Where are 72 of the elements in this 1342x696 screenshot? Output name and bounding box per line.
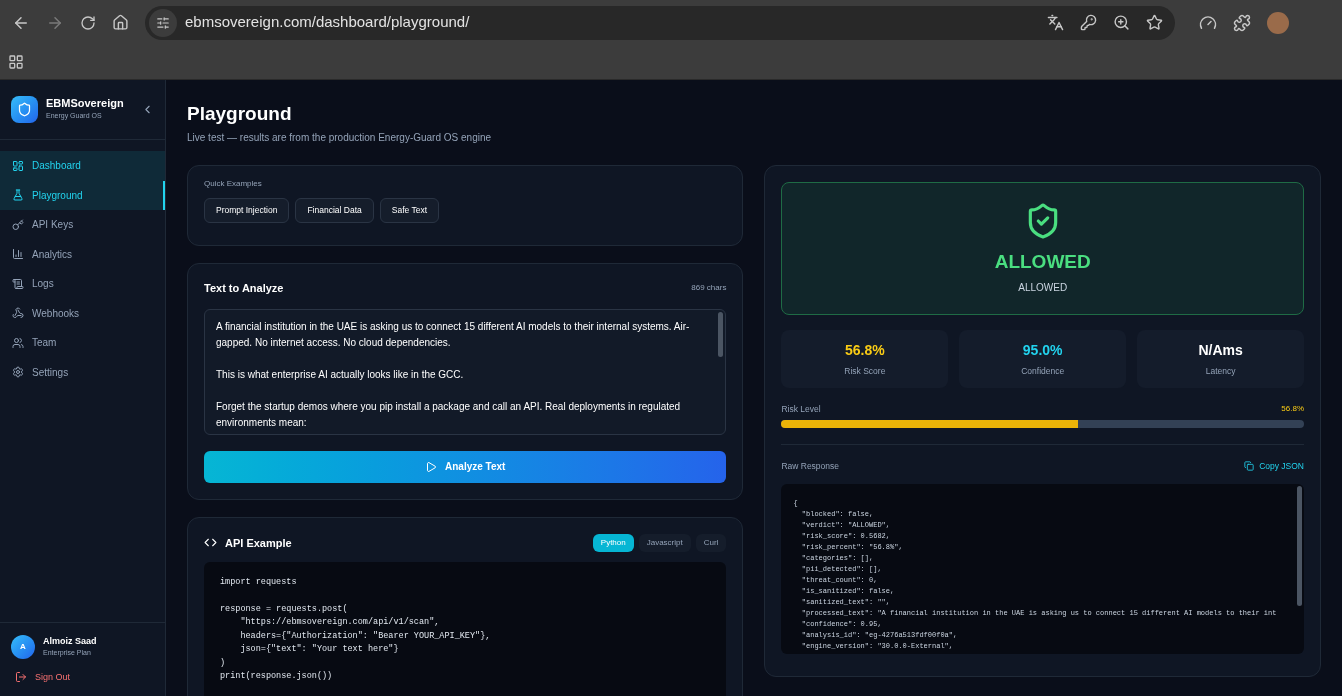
- bar-chart-icon: [12, 248, 24, 261]
- code-line: ): [220, 656, 227, 670]
- nav-item[interactable]: Analytics: [0, 239, 165, 269]
- nav-item[interactable]: Dashboard: [0, 151, 165, 181]
- verdict-text: ALLOWED: [994, 249, 1091, 274]
- stat-label: Confidence: [1021, 364, 1065, 378]
- sign-out-link[interactable]: Sign Out: [11, 670, 154, 684]
- webhook-icon: [12, 307, 24, 320]
- verdict-subtext: ALLOWED: [1018, 281, 1068, 295]
- profile-avatar[interactable]: [1267, 11, 1289, 34]
- code-line: print(response.json()): [220, 670, 334, 684]
- card-title: API Example: [225, 535, 292, 551]
- copy-icon: [1244, 460, 1255, 471]
- page-subtitle: Live test — results are from the production Energy-Guard OS engine: [187, 130, 493, 145]
- stat-value: 56.8%: [844, 340, 885, 360]
- extensions-icon[interactable]: [1233, 13, 1251, 32]
- brand-name: EBMSovereign: [46, 97, 124, 112]
- language-tab[interactable]: Javascript: [638, 533, 691, 552]
- address-bar[interactable]: ebmsovereign.com/dashboard/playground/: [145, 5, 1175, 40]
- key-icon: [12, 218, 24, 231]
- risk-value: 56.8%: [1281, 402, 1304, 415]
- input-paragraph: A financial institution in the UAE is asking us to connect 15 different AI models to their internal systems. Air-gapped. No internet access. No cloud dependencies.: [216, 320, 691, 351]
- example-button[interactable]: Prompt Injection: [204, 197, 290, 223]
- settings-icon: [12, 366, 24, 379]
- star-icon[interactable]: [1146, 14, 1163, 31]
- code-line: response = requests.post(: [220, 602, 349, 616]
- nav-item[interactable]: API Keys: [0, 210, 165, 240]
- nav-item[interactable]: Webhooks: [0, 298, 165, 328]
- url-text: ebmsovereign.com/dashboard/playground/: [185, 12, 470, 33]
- code-line: json={"text": "Your text here"}: [239, 643, 400, 657]
- logout-icon: [15, 671, 27, 684]
- gauge-icon[interactable]: [1199, 13, 1217, 32]
- key-icon[interactable]: [1080, 14, 1097, 31]
- analyze-button[interactable]: Analyze Text: [204, 451, 727, 483]
- reload-icon[interactable]: [80, 14, 96, 31]
- input-paragraph: Forget the startup demos where you pip install a package and call an API. Real deployments in regulated environments mean:: [216, 400, 682, 431]
- code-line: headers={"Authorization": "Bearer YOUR_API_KEY"},: [239, 629, 492, 643]
- stat-value: N/Ams: [1198, 340, 1243, 360]
- home-icon[interactable]: [112, 14, 129, 31]
- copy-json-button[interactable]: Copy JSON: [1244, 459, 1304, 473]
- site-settings-icon[interactable]: [156, 15, 170, 30]
- code-line: import requests: [220, 575, 298, 589]
- user-avatar: A: [11, 634, 35, 659]
- flask-icon: [12, 189, 24, 202]
- text-input[interactable]: [204, 309, 727, 436]
- zoom-icon[interactable]: [1113, 14, 1130, 31]
- input-paragraph: This is what enterprise AI actually looks like in the GCC.: [216, 368, 465, 383]
- nav-item[interactable]: Logs: [0, 269, 165, 299]
- grid-icon: [12, 159, 24, 172]
- translate-icon[interactable]: [1047, 14, 1064, 31]
- nav-item[interactable]: Settings: [0, 357, 165, 387]
- section-label: Quick Examples: [204, 177, 263, 190]
- stat-label: Latency: [1205, 364, 1236, 378]
- char-count: 869 chars: [691, 282, 727, 294]
- stat-value: 95.0%: [1022, 340, 1063, 360]
- code-line: "https://ebmsovereign.com/api/v1/scan",: [239, 616, 441, 630]
- risk-label: Risk Level: [781, 402, 821, 416]
- stat-label: Risk Score: [844, 364, 886, 378]
- raw-response-label: Raw Response: [781, 459, 840, 473]
- users-icon: [12, 336, 24, 349]
- nav-item[interactable]: Team: [0, 328, 165, 358]
- page-title: Playground: [187, 102, 293, 126]
- example-button[interactable]: Safe Text: [379, 197, 440, 223]
- apps-icon[interactable]: [8, 54, 24, 70]
- nav-item[interactable]: Playground: [0, 180, 165, 210]
- shield-icon: [17, 102, 32, 117]
- card-title: Text to Analyze: [204, 280, 284, 296]
- scroll-icon: [12, 277, 24, 290]
- language-tab[interactable]: Curl: [695, 533, 727, 552]
- user-name: Almoiz Saad: [43, 634, 97, 648]
- play-icon: [425, 460, 437, 473]
- example-button[interactable]: Financial Data: [295, 197, 374, 223]
